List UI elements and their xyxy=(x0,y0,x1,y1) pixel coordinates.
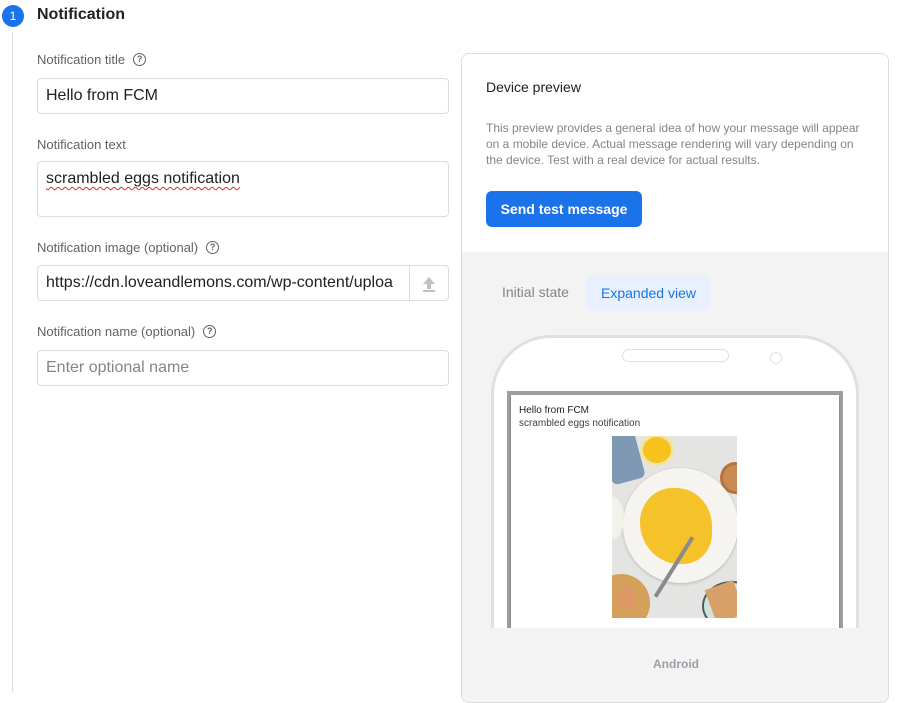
notification-preview: Hello from FCM scrambled eggs notificati… xyxy=(511,395,839,635)
notification-image-input[interactable]: https://cdn.loveandlemons.com/wp-content… xyxy=(37,265,410,301)
upload-button[interactable] xyxy=(409,265,449,301)
input-value: https://cdn.loveandlemons.com/wp-content… xyxy=(46,274,393,291)
help-icon[interactable]: ? xyxy=(206,241,220,254)
label-text: Notification image (optional) xyxy=(37,240,199,255)
preview-notification-title: Hello from FCM xyxy=(519,405,590,416)
device-preview-card: Device preview This preview provides a g… xyxy=(461,53,889,703)
notification-title-input[interactable]: Hello from FCM xyxy=(37,78,449,114)
label-text: Notification name (optional) xyxy=(37,324,196,339)
notification-name-input[interactable]: Enter optional name xyxy=(37,350,449,386)
phone-speaker xyxy=(622,349,729,362)
notification-title-label: Notification title? xyxy=(37,52,147,67)
notification-image-label: Notification image (optional)? xyxy=(37,240,220,255)
tab-initial-state[interactable]: Initial state xyxy=(502,284,569,300)
input-value: Hello from FCM xyxy=(46,87,159,104)
notification-name-label: Notification name (optional)? xyxy=(37,324,217,339)
notification-text-input[interactable]: scrambled eggs notification xyxy=(37,161,449,217)
send-test-message-button[interactable]: Send test message xyxy=(486,191,642,227)
label-text: Notification text xyxy=(37,137,126,152)
upload-icon xyxy=(423,277,435,292)
section-title: Notification xyxy=(37,6,125,23)
help-icon[interactable]: ? xyxy=(203,325,217,338)
step-connector-line xyxy=(12,32,13,692)
platform-label: Android xyxy=(653,657,699,671)
preview-notification-body: scrambled eggs notification xyxy=(519,418,641,429)
tab-expanded-view[interactable]: Expanded view xyxy=(586,275,711,311)
notification-text-label: Notification text xyxy=(37,137,126,152)
phone-frame: Hello from FCM scrambled eggs notificati… xyxy=(491,335,859,635)
device-preview-description: This preview provides a general idea of … xyxy=(486,121,860,167)
input-placeholder: Enter optional name xyxy=(46,359,190,376)
phone-screen: Hello from FCM scrambled eggs notificati… xyxy=(507,391,843,635)
step-number-badge: 1 xyxy=(2,5,24,27)
notification-image xyxy=(612,436,737,618)
input-value: scrambled eggs notification xyxy=(46,170,240,187)
phone-camera xyxy=(770,352,782,364)
help-icon[interactable]: ? xyxy=(133,53,147,66)
device-preview-title: Device preview xyxy=(486,79,581,95)
label-text: Notification title xyxy=(37,52,126,67)
